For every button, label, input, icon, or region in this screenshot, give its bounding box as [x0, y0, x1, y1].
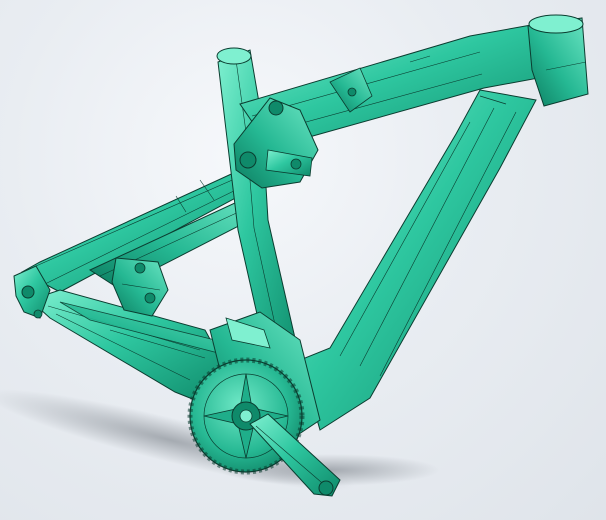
cad-viewport[interactable] [0, 0, 606, 520]
head-tube-top [528, 14, 584, 34]
pedal-hole [318, 480, 334, 496]
down-tube[interactable] [299, 89, 537, 431]
pivot-lower [239, 151, 257, 169]
pivot-upper [268, 100, 284, 116]
bicycle-frame-icon[interactable] [0, 0, 606, 520]
dropout-bolt [33, 309, 43, 319]
seat-tube-opening [216, 47, 252, 65]
head-tube[interactable] [527, 14, 589, 107]
axle-hole [21, 285, 35, 299]
shock-mount-bolt [347, 87, 357, 97]
